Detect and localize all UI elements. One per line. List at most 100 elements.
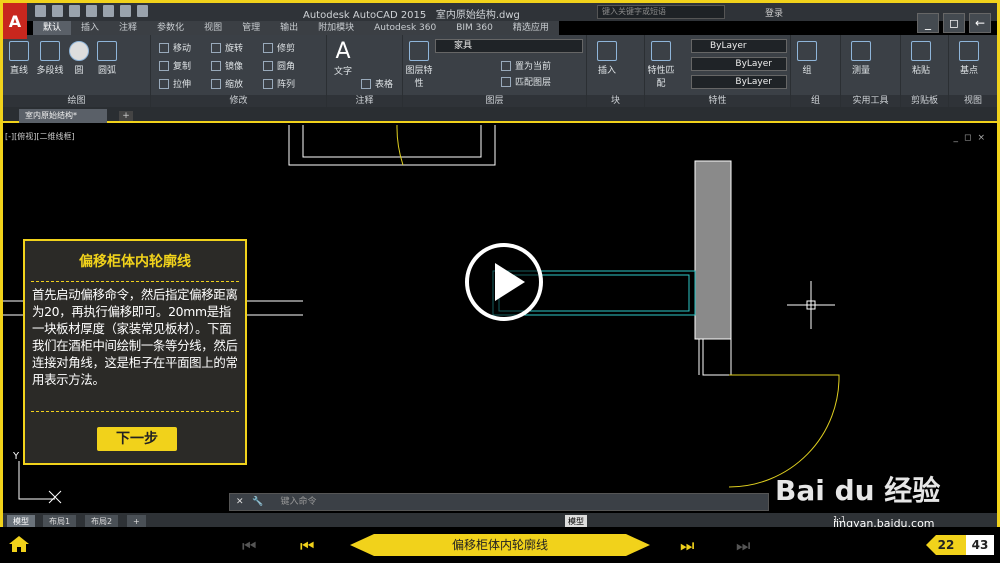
door-swing-arc	[396, 124, 404, 166]
panel-layers-label[interactable]: 图层	[403, 95, 586, 107]
panel-utilities: 测量 实用工具	[841, 35, 901, 107]
viewport-close-button[interactable]: ×	[977, 133, 985, 143]
new-icon[interactable]	[35, 5, 46, 17]
linetype-dropdown[interactable]: ByLayer	[691, 57, 787, 71]
play-button[interactable]	[465, 243, 543, 321]
lineweight-dropdown[interactable]: ByLayer	[691, 75, 787, 89]
paste-tool[interactable]: 粘贴	[907, 41, 935, 76]
array-icon	[263, 78, 273, 89]
circle-tool[interactable]: 圆	[67, 41, 91, 76]
save-icon[interactable]	[69, 5, 80, 17]
viewport-label[interactable]: [-][俯视][二维线框]	[5, 131, 75, 142]
wrench-icon[interactable]: 🔧	[252, 497, 263, 507]
panel-properties-label[interactable]: 特性	[645, 95, 790, 107]
panel-block-label[interactable]: 块	[587, 95, 644, 107]
copy-icon	[159, 60, 169, 71]
ribbon-tabs: 默认 插入 注释 参数化 视图 管理 输出 附加模块 Autodesk 360 BIM 360 精选…	[33, 21, 559, 35]
next-step-icon[interactable]: ⏭	[680, 536, 694, 556]
file-name: 室内原始结构.dwg	[435, 10, 520, 21]
group-icon	[797, 41, 817, 61]
arc-icon	[97, 41, 117, 61]
ribbon-tab[interactable]: 附加模块	[308, 21, 365, 35]
last-page-icon[interactable]: ⏭	[736, 536, 750, 556]
insert-tool[interactable]: 插入	[593, 41, 621, 76]
ribbon-tab[interactable]: Autodesk 360	[364, 21, 447, 35]
search-input[interactable]: 键入关键字或短语	[597, 5, 725, 19]
save-as-icon[interactable]	[86, 5, 97, 17]
text-tool[interactable]: A 文字	[331, 39, 355, 77]
color-dropdown[interactable]: ByLayer	[691, 39, 787, 53]
table-icon	[361, 78, 371, 89]
panel-modify-label[interactable]: 修改	[151, 95, 326, 107]
ribbon-tab[interactable]: 插入	[71, 21, 110, 35]
redo-icon[interactable]	[137, 5, 148, 17]
ribbon-tab[interactable]: 注释	[109, 21, 148, 35]
tutorial-dialog: 偏移柜体内轮廓线 首先启动偏移命令，然后指定偏移距离为20，再执行偏移即可。20…	[23, 239, 247, 465]
mirror-tool[interactable]: 镜像	[211, 59, 243, 72]
polyline-tool[interactable]: 多段线	[35, 41, 65, 76]
ribbon-tab[interactable]: BIM 360	[446, 21, 503, 35]
base-point-tool[interactable]: 基点	[955, 41, 983, 76]
panel-draw-label[interactable]: 绘图	[3, 95, 150, 107]
login-link[interactable]: 登录	[765, 6, 783, 19]
panel-utilities-label[interactable]: 实用工具	[841, 95, 900, 107]
trim-tool[interactable]: 修剪	[263, 41, 295, 54]
layer-properties-tool[interactable]: 图层特性	[405, 41, 433, 89]
app-window: A Autodesk AutoCAD 2015 室内原始结构.dwg 键入关键字…	[0, 0, 1000, 563]
panel-clipboard: 粘贴 剪贴板	[901, 35, 949, 107]
panel-annotation-label[interactable]: 注释	[327, 95, 402, 107]
first-page-icon[interactable]: ⏮	[242, 536, 256, 556]
next-step-button[interactable]: 下一步	[97, 427, 177, 451]
line-tool[interactable]: 直线	[7, 41, 31, 76]
maximize-button[interactable]: ◻	[943, 13, 965, 33]
scale-tool[interactable]: 缩放	[211, 77, 243, 90]
undo-icon[interactable]	[120, 5, 131, 17]
match-layer-tool[interactable]: 匹配图层	[501, 75, 551, 88]
panel-properties: 特性匹配 ByLayer ByLayer ByLayer 特性	[645, 35, 791, 107]
ribbon-tab[interactable]: 视图	[194, 21, 233, 35]
command-input[interactable]: 键入命令	[281, 497, 317, 507]
autocad-logo[interactable]: A	[3, 3, 27, 39]
back-button[interactable]: ←	[969, 13, 991, 33]
stretch-icon	[159, 78, 169, 89]
command-line[interactable]: ✕ 🔧 键入命令	[229, 493, 769, 511]
stretch-tool[interactable]: 拉伸	[159, 77, 191, 90]
ribbon-tab[interactable]: 默认	[33, 21, 72, 35]
ribbon-tab[interactable]: 输出	[270, 21, 309, 35]
panel-groups-label[interactable]: 组	[791, 95, 840, 107]
home-icon[interactable]	[8, 535, 30, 553]
previous-step-icon[interactable]: ⏮	[300, 536, 314, 556]
measure-tool[interactable]: 测量	[847, 41, 875, 76]
match-properties-tool[interactable]: 特性匹配	[647, 41, 675, 89]
trim-icon	[263, 42, 273, 53]
new-file-tab-button[interactable]: +	[119, 111, 133, 121]
layer-dropdown[interactable]: 家具	[435, 39, 583, 53]
wall-line	[288, 125, 496, 166]
print-icon[interactable]	[103, 5, 114, 17]
panel-clipboard-label[interactable]: 剪贴板	[901, 95, 948, 107]
ribbon-tab[interactable]: 管理	[232, 21, 271, 35]
table-tool[interactable]: 表格	[361, 77, 393, 90]
viewport-minimize-button[interactable]: _	[953, 133, 958, 143]
fillet-tool[interactable]: 圆角	[263, 59, 295, 72]
rotate-tool[interactable]: 旋转	[211, 41, 243, 54]
arc-tool[interactable]: 圆弧	[95, 41, 119, 76]
open-icon[interactable]	[52, 5, 63, 17]
minimize-button[interactable]: _	[917, 13, 939, 33]
panel-view-label[interactable]: 视图	[949, 95, 997, 107]
close-icon[interactable]: ✕	[236, 497, 244, 507]
file-tab[interactable]: 室内原始结构*	[19, 109, 107, 123]
move-tool[interactable]: 移动	[159, 41, 191, 54]
group-tool[interactable]: 组	[795, 41, 819, 76]
make-current-tool[interactable]: 置为当前	[501, 59, 551, 72]
array-tool[interactable]: 阵列	[263, 77, 295, 90]
copy-tool[interactable]: 复制	[159, 59, 191, 72]
wall-line	[302, 125, 482, 158]
ribbon-tab[interactable]: 参数化	[147, 21, 195, 35]
document-title: Autodesk AutoCAD 2015 室内原始结构.dwg	[303, 6, 520, 21]
viewport-restore-button[interactable]: ◻	[964, 133, 971, 143]
rotate-icon	[211, 42, 221, 53]
panel-view: 基点 视图	[949, 35, 997, 107]
panel-block: 插入 块	[587, 35, 645, 107]
ribbon-tab[interactable]: 精选应用	[502, 21, 559, 35]
